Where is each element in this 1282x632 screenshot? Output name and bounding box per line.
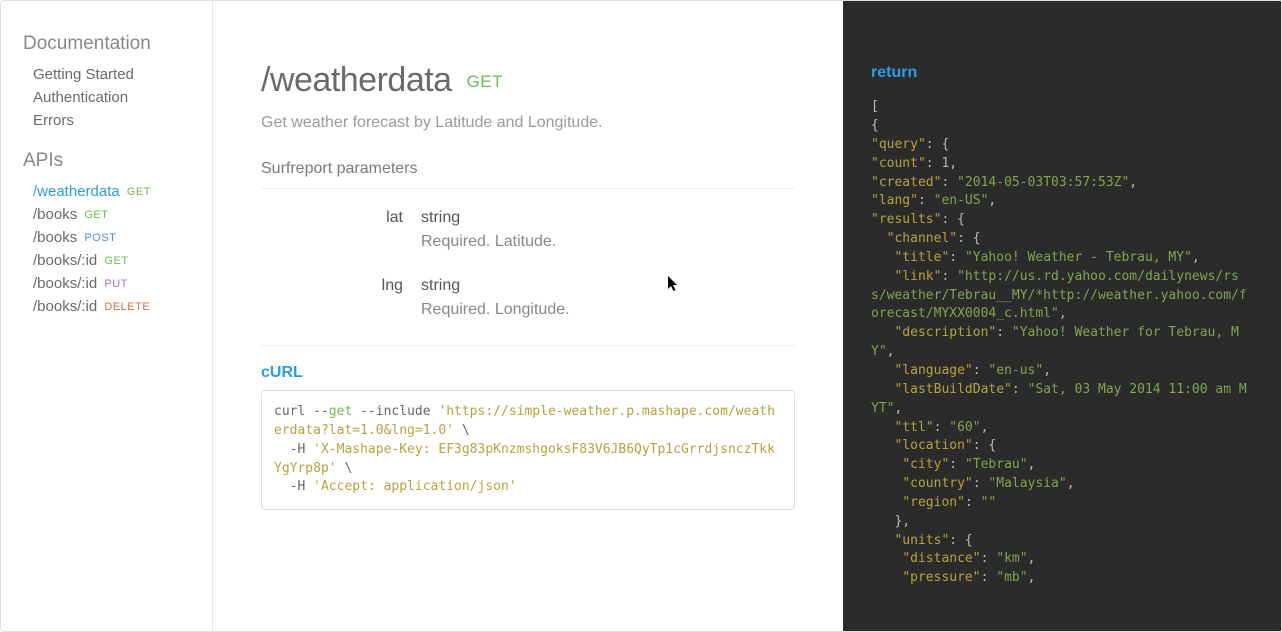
param-row: latstring Required. Latitude. bbox=[261, 209, 795, 251]
curl-code-block[interactable]: curl --get --include 'https://simple-wea… bbox=[261, 390, 795, 510]
sidebar-api-item[interactable]: /books/:id DELETE bbox=[23, 295, 212, 318]
params-divider bbox=[261, 345, 795, 346]
endpoint-title: /weatherdata GET bbox=[261, 61, 795, 100]
sidebar-doc-heading: Documentation bbox=[23, 33, 212, 55]
sidebar-api-item-label: /books/:id bbox=[33, 275, 97, 292]
sidebar: Documentation Getting StartedAuthenticat… bbox=[1, 1, 213, 631]
method-badge: GET bbox=[84, 209, 108, 221]
sidebar-api-item-label: /books/:id bbox=[33, 252, 97, 269]
sidebar-api-item-label: /weatherdata bbox=[33, 183, 120, 200]
param-name: lng bbox=[261, 277, 421, 319]
param-type: string bbox=[421, 277, 795, 295]
method-badge: DELETE bbox=[104, 301, 150, 313]
param-name: lat bbox=[261, 209, 421, 251]
sidebar-doc-list: Getting StartedAuthenticationErrors bbox=[23, 63, 212, 132]
params-heading: Surfreport parameters bbox=[261, 160, 795, 189]
sidebar-api-item-label: /books/:id bbox=[33, 298, 97, 315]
main-content: /weatherdata GET Get weather forecast by… bbox=[213, 1, 843, 631]
return-panel: return [{"query": {"count": 1,"created":… bbox=[843, 1, 1281, 631]
sidebar-api-list: /weatherdata GET/books GET/books POST/bo… bbox=[23, 180, 212, 318]
sidebar-api-heading: APIs bbox=[23, 150, 212, 172]
sidebar-api-item[interactable]: /books POST bbox=[23, 226, 212, 249]
sidebar-api-item[interactable]: /weatherdata GET bbox=[23, 180, 212, 203]
method-badge: POST bbox=[84, 232, 116, 244]
sidebar-doc-item[interactable]: Errors bbox=[23, 109, 212, 132]
curl-heading: cURL bbox=[261, 364, 795, 382]
method-badge: GET bbox=[127, 186, 151, 198]
sidebar-doc-item[interactable]: Authentication bbox=[23, 86, 212, 109]
endpoint-path: /weatherdata bbox=[261, 61, 452, 99]
method-badge: GET bbox=[104, 255, 128, 267]
endpoint-description: Get weather forecast by Latitude and Lon… bbox=[261, 114, 795, 132]
method-badge: PUT bbox=[104, 278, 128, 290]
sidebar-api-item-label: /books bbox=[33, 206, 77, 223]
param-row: lngstring Required. Longitude. bbox=[261, 277, 795, 319]
param-desc: Required. Latitude. bbox=[421, 233, 795, 251]
sidebar-api-item-label: /books bbox=[33, 229, 77, 246]
sidebar-doc-item[interactable]: Getting Started bbox=[23, 63, 212, 86]
param-type: string bbox=[421, 209, 795, 227]
sidebar-api-item[interactable]: /books/:id GET bbox=[23, 249, 212, 272]
param-desc: Required. Longitude. bbox=[421, 301, 795, 319]
return-heading: return bbox=[871, 61, 1253, 84]
sidebar-api-item[interactable]: /books GET bbox=[23, 203, 212, 226]
endpoint-method-badge: GET bbox=[467, 72, 503, 91]
return-json[interactable]: [{"query": {"count": 1,"created": "2014-… bbox=[871, 98, 1253, 588]
sidebar-api-item[interactable]: /books/:id PUT bbox=[23, 272, 212, 295]
params-table: latstringRequired. Latitude.lngstringReq… bbox=[261, 209, 795, 319]
